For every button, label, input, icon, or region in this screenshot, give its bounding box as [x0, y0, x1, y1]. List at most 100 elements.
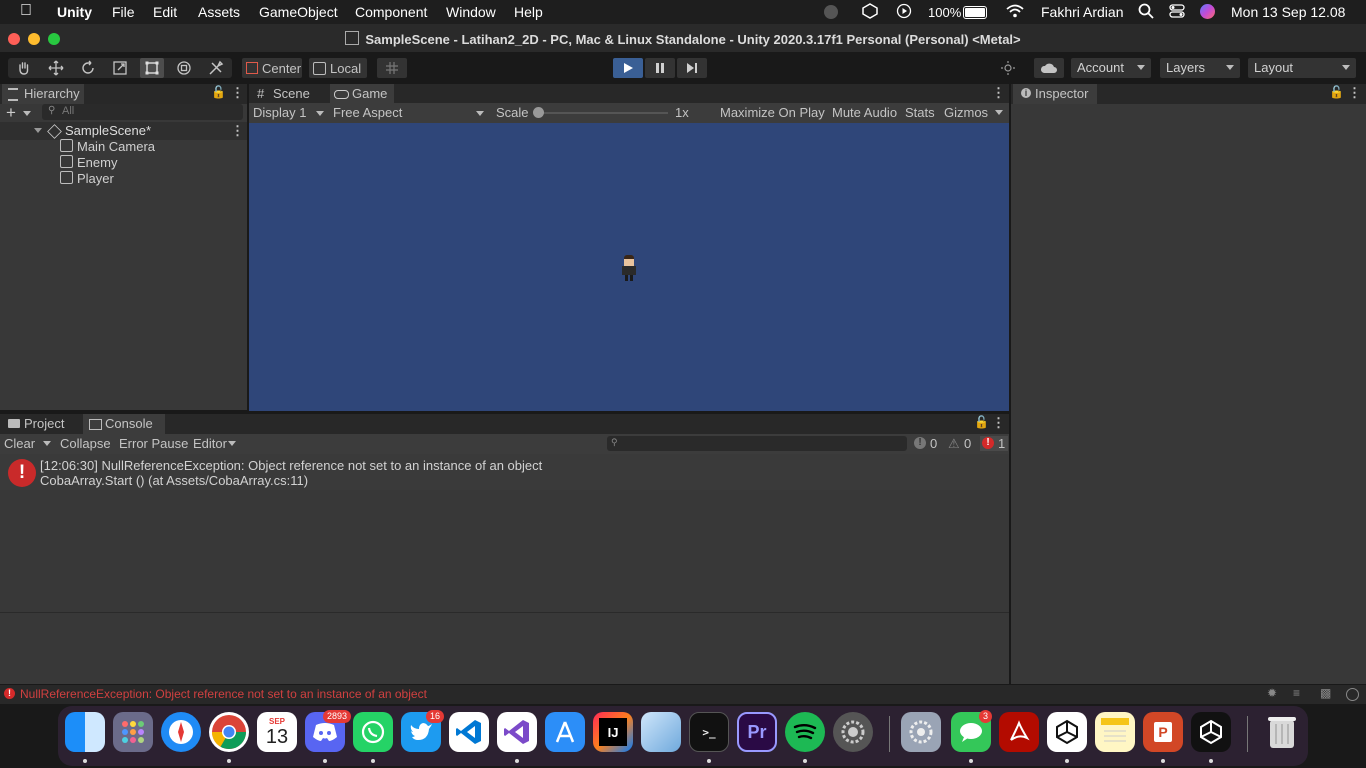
status-error-message[interactable]: NullReferenceException: Object reference… — [20, 687, 427, 701]
pause-button[interactable] — [645, 58, 675, 78]
terminal-icon[interactable]: >_ — [689, 712, 729, 752]
user-name[interactable]: Fakhri Ardian — [1041, 4, 1123, 20]
battery-icon[interactable] — [963, 6, 987, 19]
add-object-icon[interactable]: + — [6, 103, 16, 123]
database-icon[interactable]: ≡ — [1293, 686, 1300, 700]
layers-dropdown[interactable]: Layers — [1160, 58, 1240, 78]
more-options-icon[interactable]: ⋮ — [1348, 85, 1361, 101]
preferences-gear-icon[interactable] — [901, 712, 941, 752]
scene-more-icon[interactable]: ⋮ — [231, 123, 244, 139]
editor-dropdown[interactable]: Editor — [188, 434, 238, 454]
intellij-icon[interactable]: IJ — [593, 712, 633, 752]
apple-icon[interactable]:  — [20, 2, 32, 20]
spotify-icon[interactable] — [785, 712, 825, 752]
visual-studio-icon[interactable] — [497, 712, 537, 752]
pivot-space-toggle[interactable]: Local — [309, 58, 367, 78]
vscode-icon[interactable] — [449, 712, 489, 752]
premiere-pro-icon[interactable]: Pr — [737, 712, 777, 752]
gizmos-toggle[interactable]: Gizmos — [944, 105, 988, 120]
list-item[interactable]: Main Camera — [60, 139, 155, 155]
maximize-on-play-toggle[interactable]: Maximize On Play — [720, 105, 825, 120]
collapse-toggle[interactable]: Collapse — [60, 436, 111, 451]
scale-slider-thumb[interactable] — [533, 107, 544, 118]
tab-scene[interactable]: # Scene — [251, 84, 327, 104]
clear-button[interactable]: Clear — [4, 436, 35, 451]
scale-slider-track[interactable] — [534, 112, 668, 114]
whatsapp-icon[interactable] — [353, 712, 393, 752]
siri-icon[interactable] — [1200, 4, 1215, 19]
acrobat-icon[interactable] — [999, 712, 1039, 752]
warning-count-toggle[interactable]: ⚠ 0 — [946, 436, 976, 451]
control-center-icon[interactable] — [1169, 3, 1185, 22]
stats-toggle[interactable]: Stats — [905, 105, 935, 120]
grid-snap-button[interactable] — [377, 58, 407, 78]
tab-project[interactable]: Project — [2, 414, 80, 434]
chevron-down-icon[interactable] — [43, 441, 51, 446]
powerpoint-icon[interactable]: P — [1143, 712, 1183, 752]
expand-arrow-icon[interactable] — [34, 128, 42, 133]
aspect-dropdown[interactable]: Free Aspect — [329, 103, 489, 123]
account-dropdown[interactable]: Account — [1071, 58, 1151, 78]
rotate-tool-icon[interactable] — [76, 58, 100, 78]
unity-hub-icon[interactable] — [1047, 712, 1087, 752]
tab-console[interactable]: Console — [83, 414, 165, 434]
safari-icon[interactable] — [161, 712, 201, 752]
chrome-icon[interactable] — [209, 712, 249, 752]
console-search-input[interactable]: ⚲ — [607, 436, 907, 451]
hierarchy-search-input[interactable]: ⚲ All — [42, 104, 243, 120]
finder-icon[interactable] — [65, 712, 105, 752]
play-circle-icon[interactable] — [896, 3, 912, 22]
move-tool-icon[interactable] — [44, 58, 68, 78]
cloud-button[interactable] — [1034, 58, 1064, 78]
scene-row[interactable]: SampleScene* ⋮ — [0, 122, 247, 140]
unity-editor-icon[interactable] — [1191, 712, 1231, 752]
rect-tool-icon[interactable] — [140, 58, 164, 78]
display-dropdown[interactable]: Display 1 — [249, 103, 327, 123]
pivot-center-toggle[interactable]: Center — [242, 58, 302, 78]
spotlight-search-icon[interactable] — [1138, 3, 1154, 22]
notes-icon[interactable] — [1095, 712, 1135, 752]
menu-gameobject[interactable]: GameObject — [259, 4, 338, 20]
play-button[interactable] — [613, 58, 643, 78]
scale-tool-icon[interactable] — [108, 58, 132, 78]
log-count-toggle[interactable]: ! 0 — [912, 436, 942, 451]
menu-component[interactable]: Component — [355, 4, 427, 20]
check-icon[interactable] — [1346, 688, 1359, 701]
menu-help[interactable]: Help — [514, 4, 543, 20]
services-sun-icon[interactable] — [996, 58, 1020, 78]
lock-icon[interactable]: 🔓 — [211, 85, 226, 99]
list-item[interactable]: Player — [60, 171, 114, 187]
auto-generate-lighting-icon[interactable]: ▩ — [1320, 686, 1331, 700]
error-pause-toggle[interactable]: Error Pause — [119, 436, 188, 451]
menu-file[interactable]: File — [112, 4, 135, 20]
mute-audio-toggle[interactable]: Mute Audio — [832, 105, 897, 120]
menu-app-unity[interactable]: Unity — [57, 4, 92, 20]
xcode-icon[interactable] — [545, 712, 585, 752]
tab-inspector[interactable]: i Inspector — [1013, 84, 1097, 104]
more-options-icon[interactable]: ⋮ — [231, 85, 244, 101]
bug-icon[interactable]: ✹ — [1267, 686, 1277, 700]
chevron-down-icon[interactable] — [995, 110, 1003, 115]
tab-hierarchy[interactable]: Hierarchy — [2, 84, 84, 104]
more-options-icon[interactable]: ⋮ — [992, 415, 1005, 431]
layout-dropdown[interactable]: Layout — [1248, 58, 1356, 78]
error-count-toggle[interactable]: ! 1 — [980, 436, 1008, 451]
virtualbox-cube-icon[interactable] — [641, 712, 681, 752]
hand-tool-icon[interactable] — [12, 58, 36, 78]
list-item[interactable]: Enemy — [60, 155, 117, 171]
wifi-icon[interactable] — [1006, 3, 1024, 22]
clock-datetime[interactable]: Mon 13 Sep 12.08 — [1231, 4, 1345, 20]
lock-icon[interactable]: 🔓 — [1329, 85, 1344, 99]
console-entry-row[interactable]: ! [12:06:30] NullReferenceException: Obj… — [0, 454, 1009, 490]
step-button[interactable] — [677, 58, 707, 78]
calendar-icon[interactable]: SEP 13 — [257, 712, 297, 752]
menu-edit[interactable]: Edit — [153, 4, 177, 20]
menu-assets[interactable]: Assets — [198, 4, 240, 20]
trash-icon[interactable] — [1262, 712, 1302, 752]
unity-status-icon[interactable] — [862, 3, 878, 22]
menu-window[interactable]: Window — [446, 4, 496, 20]
launchpad-icon[interactable] — [113, 712, 153, 752]
lock-icon[interactable]: 🔓 — [974, 415, 989, 429]
chevron-down-icon[interactable] — [23, 111, 31, 116]
tab-game[interactable]: Game — [330, 84, 394, 104]
